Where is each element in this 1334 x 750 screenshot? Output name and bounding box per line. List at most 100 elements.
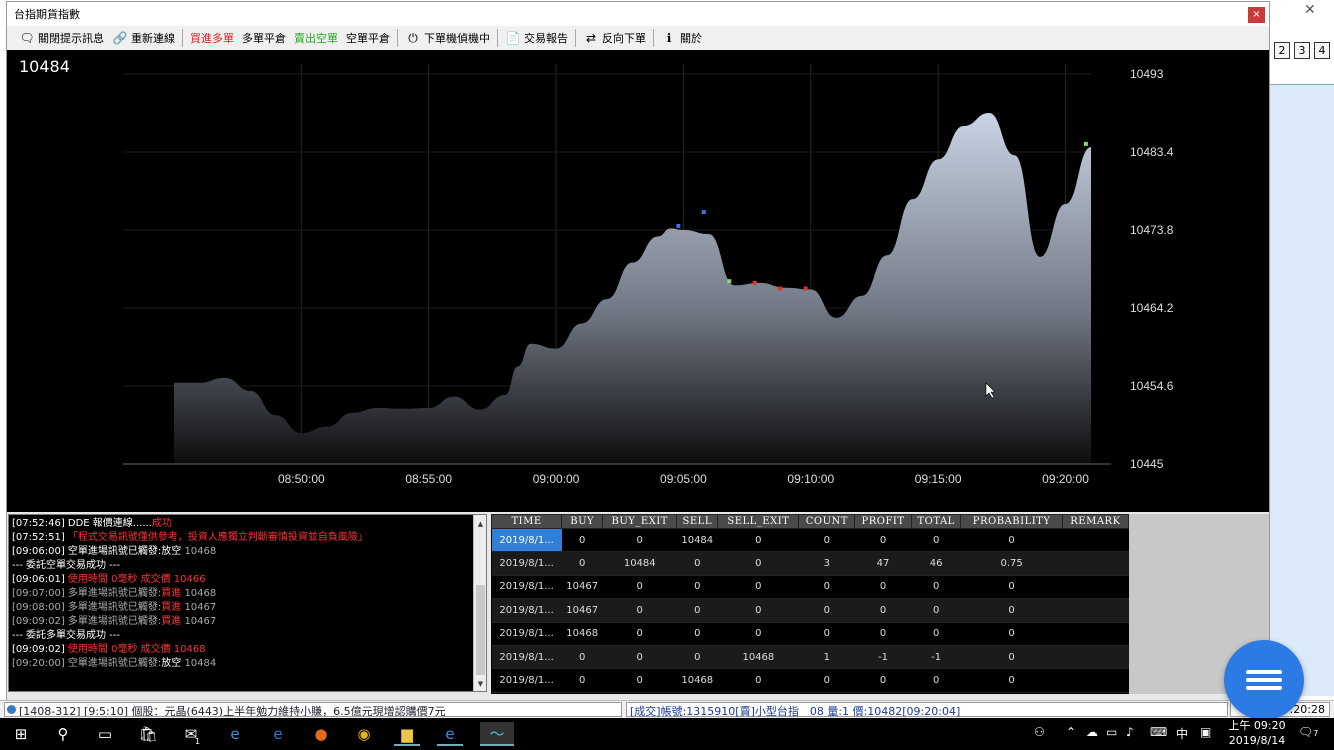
table-cell[interactable]: 0: [717, 668, 799, 693]
table-cell[interactable]: 0: [561, 668, 603, 693]
chrome-icon[interactable]: ◉: [351, 722, 377, 746]
background-tab-3[interactable]: 3: [1294, 42, 1310, 59]
toolbar-button-3[interactable]: 多單平倉: [238, 27, 290, 49]
column-header[interactable]: TOTAL: [910, 514, 962, 529]
table-cell[interactable]: [1062, 598, 1129, 623]
table-cell[interactable]: -1: [854, 645, 912, 670]
table-cell[interactable]: 47: [854, 551, 912, 576]
table-cell[interactable]: 0: [676, 598, 718, 623]
table-cell[interactable]: 0: [717, 598, 799, 623]
toolbar-button-4[interactable]: 賣出空單: [290, 27, 342, 49]
table-row[interactable]: 2019/8/1... 0 0 10484 0 0 0 0 0: [491, 528, 1129, 553]
table-cell[interactable]: [1062, 528, 1129, 553]
ie-icon[interactable]: e: [222, 722, 248, 746]
toolbar-button-7[interactable]: 📄 交易報告: [501, 27, 572, 49]
table-cell[interactable]: 0: [602, 668, 677, 693]
scroll-down-icon[interactable]: ▼: [475, 677, 486, 689]
window-close-button[interactable]: ×: [1248, 7, 1265, 23]
table-cell[interactable]: 0: [717, 551, 799, 576]
table-cell[interactable]: 0.75: [960, 551, 1063, 576]
table-cell[interactable]: 0: [854, 528, 912, 553]
log-scrollbar[interactable]: ▲ ▼: [473, 515, 486, 691]
table-row[interactable]: 2019/8/1... 0 10484 0 0 3 47 46 0.75: [491, 551, 1129, 576]
column-header[interactable]: SELL_EXIT: [717, 514, 800, 529]
table-cell[interactable]: 10484: [676, 528, 718, 553]
search-icon[interactable]: ⚲: [50, 722, 76, 746]
table-cell[interactable]: 0: [960, 645, 1063, 670]
column-header[interactable]: COUNT: [798, 514, 856, 529]
table-row[interactable]: 2019/8/1... 10467 0 0 0 0 0 0 0: [491, 598, 1129, 623]
table-cell[interactable]: [1062, 668, 1129, 693]
toolbar-button-2[interactable]: 買進多單: [186, 27, 238, 49]
toolbar-button-1[interactable]: 🔗 重新連線: [108, 27, 179, 49]
table-cell[interactable]: 10467: [561, 598, 603, 623]
toolbar-button-8[interactable]: ⇄ 反向下單: [579, 27, 650, 49]
table-cell[interactable]: 1: [798, 645, 855, 670]
table-cell[interactable]: 0: [960, 622, 1063, 646]
taskbar-clock[interactable]: 上午 09:20 2019/8/14: [1226, 718, 1288, 748]
windows-start-icon[interactable]: ⊞: [8, 722, 34, 746]
table-cell[interactable]: 2019/8/1...: [491, 551, 562, 576]
notification-icon[interactable]: 🗨7: [1298, 725, 1318, 739]
table-cell[interactable]: 0: [911, 575, 961, 600]
toolbar-button-5[interactable]: 空單平倉: [342, 27, 394, 49]
table-cell[interactable]: 0: [960, 598, 1063, 623]
table-cell[interactable]: 0: [676, 645, 718, 670]
table-cell[interactable]: 2019/8/1...: [491, 598, 562, 623]
background-close-icon[interactable]: ✕: [1304, 2, 1316, 18]
ime-mode-icon[interactable]: ▣: [1200, 725, 1211, 739]
table-cell[interactable]: 3: [798, 551, 855, 576]
app-trading-icon[interactable]: e: [437, 722, 463, 746]
column-header[interactable]: PROFIT: [854, 514, 912, 529]
edge-icon[interactable]: e: [265, 722, 291, 746]
table-cell[interactable]: 0: [676, 551, 718, 576]
app-chart-icon[interactable]: 〜: [480, 722, 514, 746]
table-cell[interactable]: -1: [911, 645, 961, 670]
table-cell[interactable]: 10467: [561, 575, 603, 600]
table-cell[interactable]: 0: [602, 575, 677, 600]
scroll-up-icon[interactable]: ▲: [475, 517, 486, 529]
column-header[interactable]: SELL: [676, 514, 719, 529]
table-cell[interactable]: 46: [911, 551, 961, 576]
column-header[interactable]: BUY_EXIT: [602, 514, 678, 529]
table-cell[interactable]: 0: [911, 668, 961, 693]
table-row[interactable]: 2019/8/1... 0 0 10468 0 0 0 0 0: [491, 668, 1129, 693]
table-cell[interactable]: [1062, 551, 1129, 576]
table-cell[interactable]: [1062, 575, 1129, 600]
table-row[interactable]: 2019/8/1... 0 0 0 10468 1 -1 -1 0: [491, 645, 1129, 670]
background-tab-2[interactable]: 2: [1274, 42, 1290, 59]
table-cell[interactable]: 0: [911, 598, 961, 623]
file-explorer-icon[interactable]: ▆: [394, 722, 420, 746]
table-cell[interactable]: 2019/8/1...: [491, 645, 562, 670]
people-icon[interactable]: ⚇: [1034, 725, 1045, 739]
toolbar-button-0[interactable]: 🗨 關閉提示訊息: [15, 27, 108, 49]
table-cell[interactable]: 2019/8/1...: [491, 528, 562, 553]
table-cell[interactable]: 0: [602, 528, 677, 553]
scroll-thumb[interactable]: [476, 585, 485, 675]
table-cell[interactable]: 0: [676, 622, 718, 646]
table-cell[interactable]: [1062, 645, 1129, 670]
table-cell[interactable]: 0: [798, 528, 855, 553]
table-cell[interactable]: 10468: [676, 668, 718, 693]
battery-icon[interactable]: ▭: [1106, 725, 1117, 739]
table-cell[interactable]: 0: [960, 575, 1063, 600]
table-cell[interactable]: 0: [717, 575, 799, 600]
table-row[interactable]: 2019/8/1... 10468 0 0 0 0 0 0 0: [491, 622, 1129, 646]
table-cell[interactable]: [1062, 622, 1129, 646]
column-header[interactable]: BUY: [561, 514, 604, 529]
table-cell[interactable]: 0: [911, 622, 961, 646]
table-cell[interactable]: 0: [602, 622, 677, 646]
table-cell[interactable]: 2019/8/1...: [491, 668, 562, 693]
table-cell[interactable]: 0: [960, 668, 1063, 693]
table-cell[interactable]: 0: [717, 622, 799, 646]
table-row[interactable]: 2019/8/1... 10467 0 0 0 0 0 0 0: [491, 575, 1129, 600]
table-cell[interactable]: 0: [602, 598, 677, 623]
column-header[interactable]: PROBABILITY: [960, 514, 1063, 529]
table-cell[interactable]: 0: [854, 575, 912, 600]
table-cell[interactable]: 0: [960, 528, 1063, 553]
volume-icon[interactable]: ♪: [1126, 725, 1134, 739]
table-cell[interactable]: 0: [798, 575, 855, 600]
table-cell[interactable]: 0: [854, 668, 912, 693]
table-cell[interactable]: 0: [561, 551, 603, 576]
onedrive-icon[interactable]: ☁: [1086, 725, 1098, 739]
